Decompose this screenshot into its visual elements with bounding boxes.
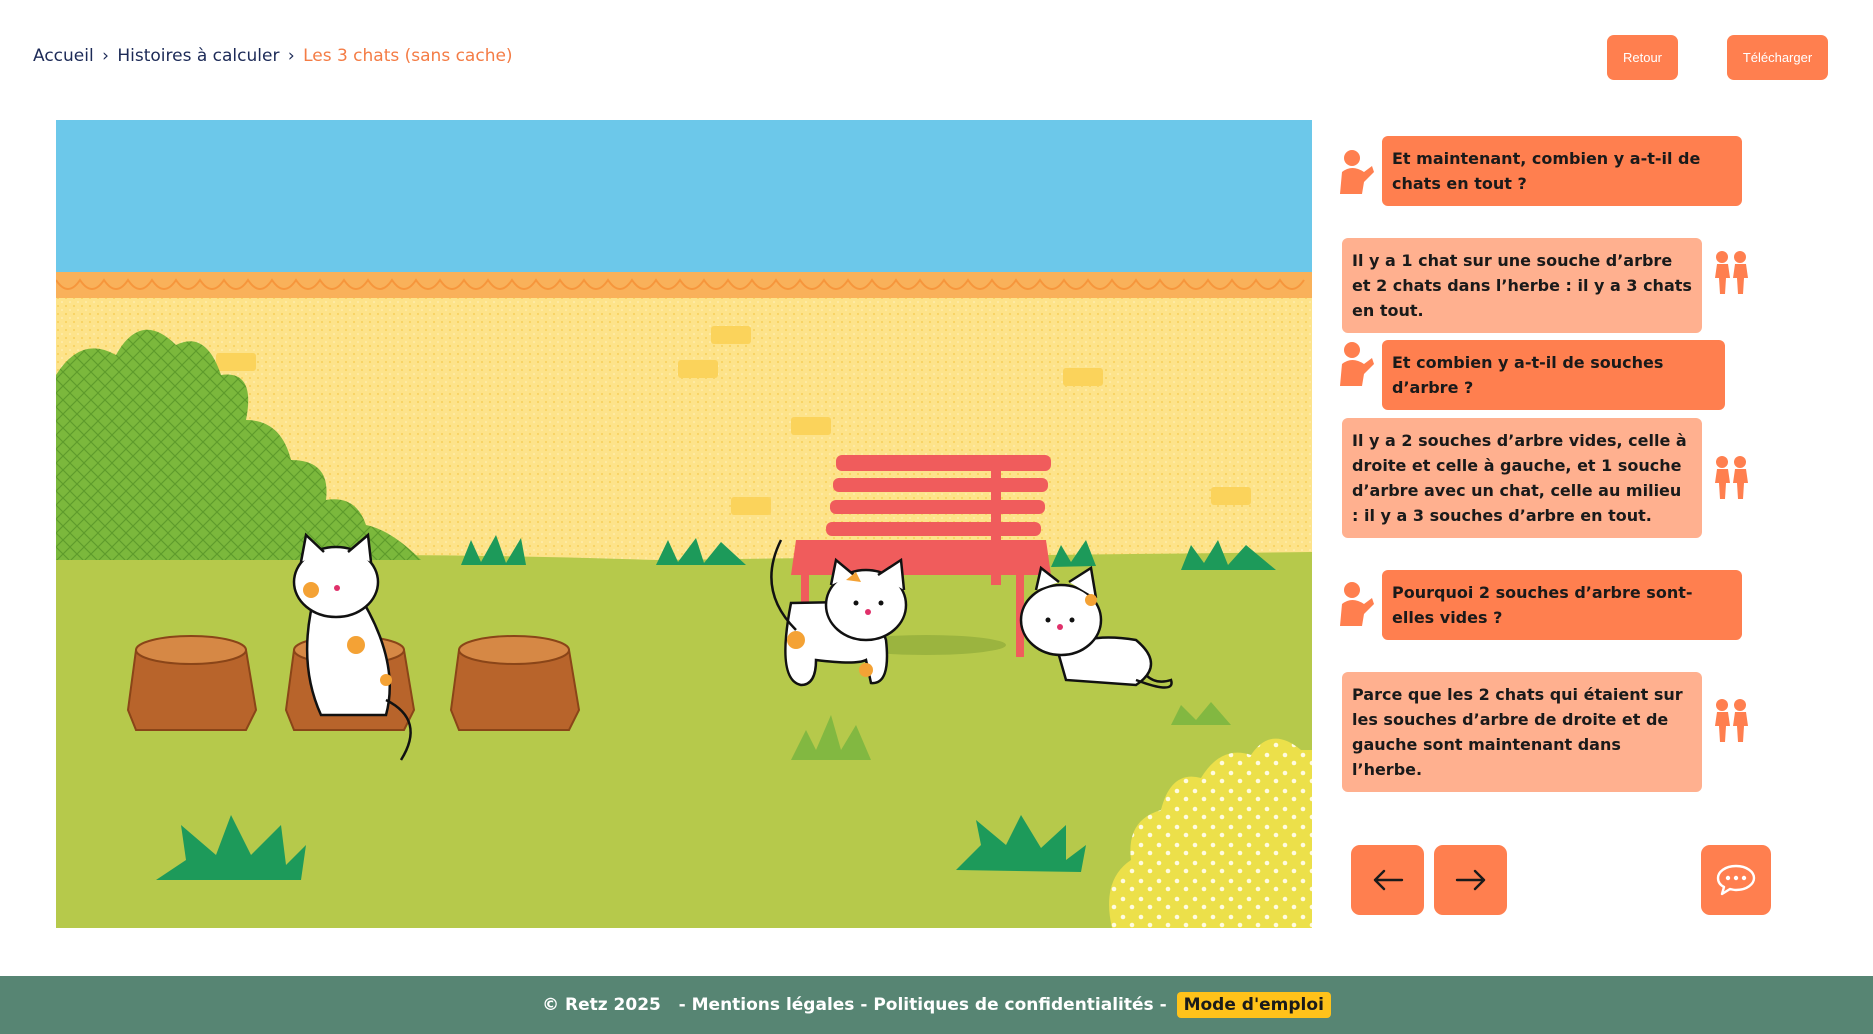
- park-scene-image: [56, 120, 1312, 928]
- footer-separator: -: [1153, 995, 1173, 1015]
- teacher-icon: [1340, 582, 1374, 626]
- user-guide-link[interactable]: Mode d'emploi: [1176, 992, 1331, 1018]
- dialog-panel: Et maintenant, combien y a-t-il de chats…: [1330, 130, 1860, 792]
- kids-bubble: Il y a 1 chat sur une souche d’arbre et …: [1342, 238, 1702, 333]
- download-button[interactable]: Télécharger: [1727, 35, 1828, 80]
- kids-bubble: Il y a 2 souches d’arbre vides, celle à …: [1342, 418, 1702, 538]
- next-button[interactable]: [1434, 845, 1507, 915]
- teacher-icon: [1340, 150, 1374, 194]
- footer: © Retz 2025 - Mentions légales - Politiq…: [0, 976, 1873, 1034]
- teacher-bubble: Pourquoi 2 souches d’arbre sont-elles vi…: [1382, 570, 1742, 640]
- legal-link[interactable]: Mentions légales: [692, 995, 855, 1015]
- previous-button[interactable]: [1351, 845, 1424, 915]
- arrow-left-icon: [1373, 869, 1403, 891]
- privacy-link[interactable]: Politiques de confidentialités: [873, 995, 1153, 1015]
- kids-bubble: Parce que les 2 chats qui étaient sur le…: [1342, 672, 1702, 792]
- teacher-icon: [1340, 342, 1374, 386]
- footer-separator: -: [854, 995, 874, 1015]
- breadcrumb-separator: ›: [102, 46, 109, 66]
- breadcrumb-section-link[interactable]: Histoires à calculer: [117, 46, 279, 66]
- kids-icon: [1715, 699, 1748, 742]
- speech-bubble-icon: [1716, 864, 1756, 896]
- kids-icon: [1715, 456, 1748, 499]
- arrow-right-icon: [1455, 869, 1485, 891]
- breadcrumb-home-link[interactable]: Accueil: [33, 46, 94, 66]
- kids-icon: [1715, 251, 1748, 294]
- teacher-bubble: Et combien y a-t-il de souches d’arbre ?: [1382, 340, 1725, 410]
- story-illustration: [56, 120, 1312, 928]
- breadcrumb-separator: ›: [287, 46, 295, 66]
- show-dialog-button[interactable]: [1701, 845, 1771, 915]
- breadcrumb: Accueil › Histoires à calculer › Les 3 c…: [33, 46, 513, 66]
- breadcrumb-current: Les 3 chats (sans cache): [303, 46, 513, 66]
- footer-separator: -: [672, 995, 692, 1015]
- back-button[interactable]: Retour: [1607, 35, 1678, 80]
- teacher-bubble: Et maintenant, combien y a-t-il de chats…: [1382, 136, 1742, 206]
- copyright-text: © Retz 2025: [542, 995, 661, 1015]
